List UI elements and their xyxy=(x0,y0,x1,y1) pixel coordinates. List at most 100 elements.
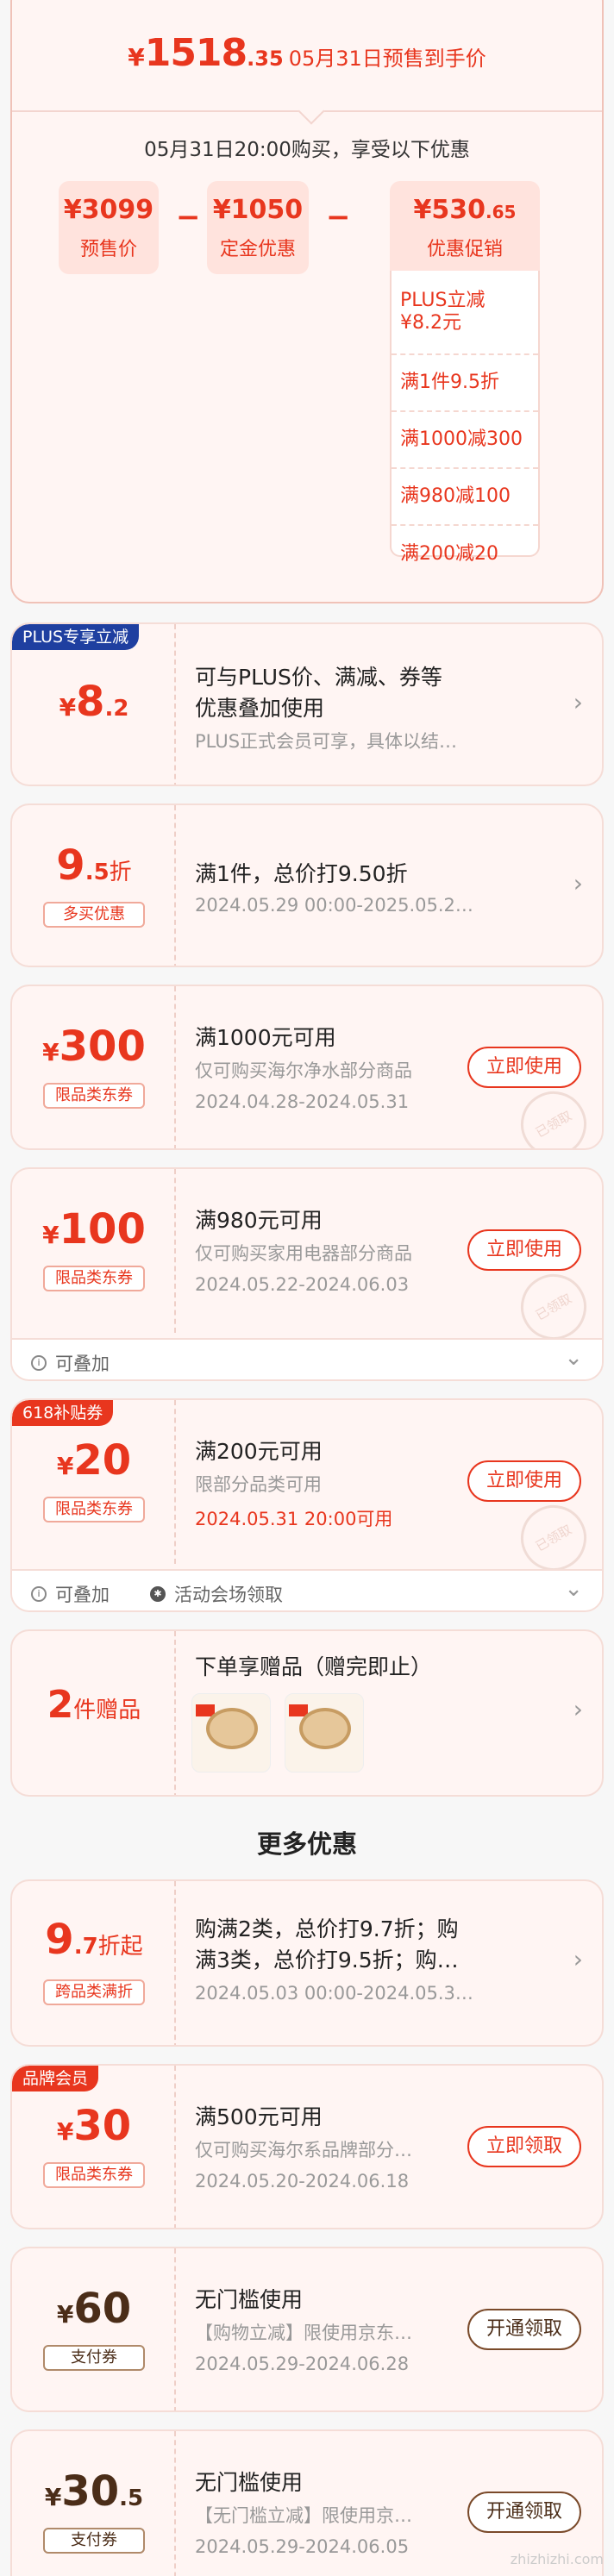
promo-item: 满200减20 xyxy=(400,543,498,565)
coupon-date: 2024.05.29-2024.06.05 xyxy=(195,2536,410,2557)
coupon-desc: 【无门槛立减】限使用京… xyxy=(195,2505,412,2526)
promotion-discount-label: 优惠促销 xyxy=(426,239,503,260)
coupon-30-card: 品牌会员 ¥30 限品类东券 满500元可用 仅可购买海尔系品牌部分… 2024… xyxy=(10,2064,604,2229)
coupon-tag: 限品类东券 xyxy=(43,1083,145,1109)
coupon-title: 无门槛使用 xyxy=(195,2470,304,2495)
coupon-footer[interactable]: i 可叠加 ⌄ xyxy=(12,1338,602,1379)
final-price: ¥1518.35 05月31日预售到手价 xyxy=(12,2,602,97)
use-now-button[interactable]: 立即使用 xyxy=(467,1229,581,1271)
chevron-down-icon[interactable]: ⌄ xyxy=(564,1345,583,1371)
coupon-tag: 限品类东券 xyxy=(43,1266,145,1291)
coupon-date: 2024.05.29 00:00-2025.05.2… xyxy=(195,895,473,916)
coupon-desc: 【购物立减】限使用京东… xyxy=(195,2323,412,2343)
coupon-amount: ¥60 xyxy=(56,2285,132,2333)
coupon-date: 2024.05.22-2024.06.03 xyxy=(195,1274,410,1295)
chevron-right-icon[interactable]: › xyxy=(573,1695,583,1723)
presale-price-box: ¥3099 预售价 xyxy=(59,181,159,274)
pointer-notch xyxy=(298,97,325,125)
coupon-title: 满1000元可用 xyxy=(195,1025,336,1050)
coupon-date: 2024.05.20-2024.06.18 xyxy=(195,2171,410,2191)
coupon-amount: ¥20 xyxy=(56,1436,132,1485)
activate-claim-button[interactable]: 开通领取 xyxy=(467,2492,581,2533)
currency-symbol: ¥ xyxy=(128,43,145,72)
card-amount-area xyxy=(12,1881,176,2045)
multi-buy-discount-card[interactable]: 9.5折 多买优惠 满1件，总价打9.50折 2024.05.29 00:00-… xyxy=(10,803,604,967)
coupon-300-card: ¥300 限品类东券 满1000元可用 仅可购买海尔净水部分商品 2024.04… xyxy=(10,985,604,1150)
coupon-title: 满500元可用 xyxy=(195,2104,323,2129)
activate-claim-button[interactable]: 开通领取 xyxy=(467,2309,581,2350)
coupon-tag: 支付券 xyxy=(43,2528,145,2554)
gift-count: 2件赠品 xyxy=(47,1683,141,1727)
coupon-title: 满1件，总价打9.50折 xyxy=(195,861,408,886)
coupon-tag: 支付券 xyxy=(43,2345,145,2371)
promotion-breakdown-list: PLUS立减 ¥8.2元 满1件9.5折 满1000减300 满980减100 … xyxy=(390,271,540,565)
stackable-note: i 可叠加 xyxy=(31,1581,110,1607)
claimed-stamp: 已领取 xyxy=(509,1079,598,1148)
coupon-amount: 9.7折起 xyxy=(45,1916,143,1964)
gift-product-shape xyxy=(206,1708,258,1749)
promo-item: PLUS立减 ¥8.2元 xyxy=(392,271,538,355)
use-now-button[interactable]: 立即使用 xyxy=(467,1047,581,1088)
more-offers-title: 更多优惠 xyxy=(256,1829,357,1859)
watermark: zhizhizhi.com xyxy=(510,2551,604,2567)
presale-price-value: ¥3099 xyxy=(63,195,154,225)
chevron-down-icon[interactable]: ⌄ xyxy=(564,1576,583,1602)
coupon-title-line2: 优惠叠加使用 xyxy=(195,696,325,721)
coupon-amount: 9.5折 xyxy=(56,841,132,890)
coupon-title: 购满2类，总价打9.7折；购 xyxy=(195,1916,459,1941)
info-icon: i xyxy=(31,1586,47,1602)
final-price-decimal: .35 xyxy=(247,47,284,71)
coupon-amount: ¥30 xyxy=(56,2102,132,2150)
plus-badge: PLUS专享立减 xyxy=(12,624,140,650)
claim-now-button[interactable]: 立即领取 xyxy=(467,2126,581,2167)
promotion-discount-value: ¥530.65 xyxy=(413,195,517,225)
chevron-right-icon[interactable]: › xyxy=(573,1945,583,1973)
deposit-discount-label: 定金优惠 xyxy=(219,239,296,260)
coupon-desc: 限部分品类可用 xyxy=(195,1474,322,1495)
coupon-title: 满200元可用 xyxy=(195,1439,323,1464)
minus-sign: − xyxy=(326,200,351,234)
coupon-desc: 仅可购买海尔系品牌部分… xyxy=(195,2140,412,2160)
coupon-desc: PLUS正式会员可享，具体以结… xyxy=(195,731,458,752)
coupon-tag: 跨品类满折 xyxy=(43,1979,145,2005)
coupon-amount: ¥300 xyxy=(42,1022,146,1071)
price-summary-card: ¥1518.35 05月31日预售到手价 05月31日20:00购买，享受以下优惠… xyxy=(10,0,604,603)
gift-title: 下单享赠品（赠完即止） xyxy=(195,1654,433,1679)
brand-member-badge: 品牌会员 xyxy=(12,2066,99,2091)
minus-sign: − xyxy=(176,200,201,234)
payment-coupon-60-card: ¥60 支付券 无门槛使用 【购物立减】限使用京东… 2024.05.29-20… xyxy=(10,2247,604,2412)
coupon-date: 2024.04.28-2024.05.31 xyxy=(195,1091,410,1112)
use-now-button[interactable]: 立即使用 xyxy=(467,1460,581,1502)
venue-claim-note: ✱ 活动会场领取 xyxy=(150,1581,283,1607)
chevron-right-icon[interactable]: › xyxy=(573,869,583,897)
promo-item: 满1件9.5折 xyxy=(392,355,538,412)
presale-price-label: 预售价 xyxy=(79,239,137,260)
plus-discount-card[interactable]: PLUS专享立减 ¥8.2 可与PLUS价、满减、券等 优惠叠加使用 PLUS正… xyxy=(10,622,604,786)
promotion-discount-box: ¥530.65 优惠促销 xyxy=(390,181,540,274)
coupon-tag: 多买优惠 xyxy=(43,902,145,928)
deposit-discount-box: ¥1050 定金优惠 xyxy=(207,181,309,274)
promo-item: 满980减100 xyxy=(392,469,538,526)
coupon-date: 2024.05.03 00:00-2024.05.3… xyxy=(195,1983,473,2004)
cross-category-discount-card[interactable]: 9.7折起 跨品类满折 购满2类，总价打9.7折；购 满3类，总价打9.5折；购… xyxy=(10,1879,604,2047)
coupon-title-line2: 满3类，总价打9.5折；购… xyxy=(195,1948,459,1973)
gift-image[interactable] xyxy=(285,1693,364,1773)
gift-icon: ✱ xyxy=(150,1586,166,1602)
coupon-date: 2024.05.29-2024.06.28 xyxy=(195,2354,410,2374)
info-icon: i xyxy=(31,1355,47,1371)
promo-item: 满1000减300 xyxy=(392,412,538,469)
summary-subtitle: 05月31日20:00购买，享受以下优惠 xyxy=(144,139,470,161)
coupon-amount: ¥100 xyxy=(42,1205,146,1254)
coupon-amount: ¥30.5 xyxy=(44,2467,144,2516)
coupon-footer[interactable]: i 可叠加 ✱ 活动会场领取 ⌄ xyxy=(12,1569,602,1610)
stackable-note: i 可叠加 xyxy=(31,1350,110,1376)
subsidy-badge: 618补贴券 xyxy=(12,1400,114,1426)
coupon-desc: 仅可购买家用电器部分商品 xyxy=(195,1243,412,1264)
coupon-tag: 限品类东券 xyxy=(43,2162,145,2188)
chevron-right-icon[interactable]: › xyxy=(573,688,583,716)
gift-image[interactable] xyxy=(191,1693,271,1773)
gift-product-shape xyxy=(299,1708,351,1749)
coupon-desc: 仅可购买海尔净水部分商品 xyxy=(195,1060,412,1081)
final-price-label: 05月31日预售到手价 xyxy=(288,47,486,71)
final-price-integer: 1518 xyxy=(144,31,247,75)
